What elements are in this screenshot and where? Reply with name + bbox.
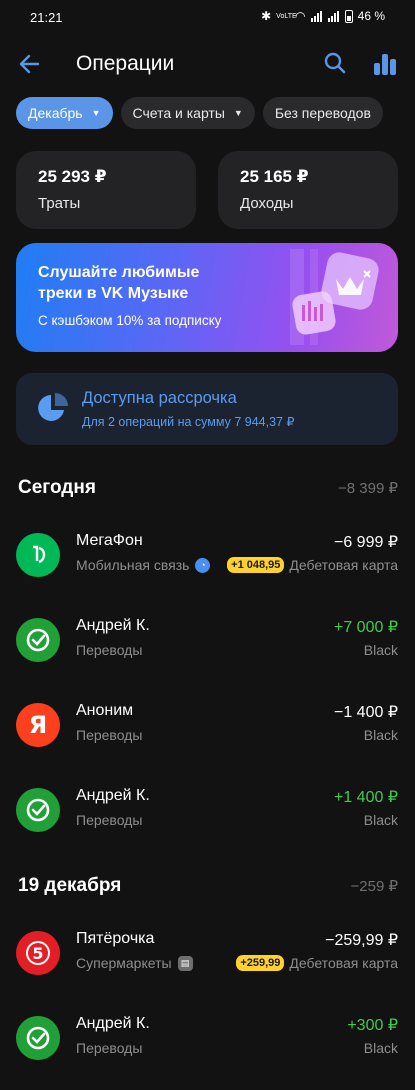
operation-row[interactable]: Андрей К. Переводы +7 000 ₽ Black	[16, 610, 398, 670]
installment-subtitle: Для 2 операций на сумму 7 944,37 ₽	[82, 415, 295, 429]
operation-account-label: Дебетовая карта	[289, 955, 398, 971]
transfer-check-icon	[16, 788, 60, 832]
operation-category: Переводы	[76, 642, 142, 658]
signal-icon	[310, 10, 323, 22]
operation-row[interactable]: 5 Пятёрочка Супермаркеты ▤ −259,99 ₽ +25…	[16, 923, 398, 983]
operation-amount: +7 000 ₽	[333, 619, 398, 636]
operation-account: Black	[364, 727, 398, 743]
operation-category: Переводы	[76, 1040, 142, 1056]
operation-name: Андрей К.	[76, 787, 150, 804]
status-icons: ✱ VoLTE ◠ 46 %	[261, 9, 385, 23]
svg-text:5: 5	[32, 944, 43, 963]
operation-name: Аноним	[76, 702, 134, 719]
income-amount: 25 165 ₽	[240, 167, 309, 186]
operation-row[interactable]: Андрей К. Переводы +1 400 ₽ Black	[16, 780, 398, 840]
filter-chip-month[interactable]: Декабрь ▼	[16, 97, 113, 129]
operation-category-label: Мобильная связь	[76, 557, 190, 573]
analytics-chart-icon[interactable]	[372, 51, 398, 77]
section-header-dec-19: 19 декабря −259 ₽	[18, 875, 398, 901]
installment-title: Доступна рассрочка	[82, 389, 237, 407]
operation-name: МегаФон	[76, 532, 143, 549]
operation-category-label: Переводы	[76, 812, 143, 828]
yandex-logo-icon: Я	[16, 703, 60, 747]
spend-label: Траты	[38, 195, 81, 212]
spend-card[interactable]: 25 293 ₽ Траты	[16, 151, 196, 229]
bluetooth-icon: ✱	[261, 9, 272, 23]
wifi-icon: ◠	[295, 9, 306, 23]
spend-amount: 25 293 ₽	[38, 167, 107, 186]
section-header-today: Сегодня −8 399 ₽	[18, 477, 398, 503]
filter-chip-label: Без переводов	[274, 105, 371, 121]
volte-icon: VoLTE	[276, 12, 297, 20]
operation-row[interactable]: МегаФон Мобильная связь ◔ −6 999 ₽ +1 04…	[16, 525, 398, 585]
status-time: 21:21	[30, 10, 63, 25]
operation-account: +1 048,95 Дебетовая карта	[227, 557, 398, 573]
supermarket-category-icon: ▤	[177, 955, 193, 971]
operation-amount: −1 400 ₽	[333, 704, 398, 721]
section-total: −259 ₽	[350, 878, 399, 895]
operation-category: Переводы	[76, 812, 142, 828]
operation-row[interactable]: Андрей К. Переводы +300 ₽ Black	[16, 1008, 398, 1068]
page-title: Операции	[76, 52, 175, 75]
search-icon[interactable]	[322, 50, 348, 76]
transfer-check-icon	[16, 1016, 60, 1060]
income-label: Доходы	[240, 195, 294, 212]
megafon-logo-icon	[16, 533, 60, 577]
cashback-badge: +259,99	[236, 955, 285, 971]
transfer-check-icon	[16, 618, 60, 662]
operation-row[interactable]: Я Аноним Переводы −1 400 ₽ Black	[16, 695, 398, 755]
operation-name: Пятёрочка	[76, 930, 155, 947]
operation-category-label: Переводы	[76, 1040, 143, 1056]
operation-category-label: Супермаркеты	[76, 955, 172, 971]
battery-percent: 46 %	[357, 9, 385, 23]
cashback-badge: +1 048,95	[227, 557, 285, 573]
operation-account-label: Black	[363, 812, 398, 828]
operation-name: Андрей К.	[76, 617, 150, 634]
vk-music-art-icon	[290, 249, 379, 345]
operation-account-label: Black	[363, 642, 398, 658]
operation-account: Black	[364, 1040, 398, 1056]
filter-chip-label: Счета и карты	[132, 105, 225, 121]
operation-category-label: Переводы	[76, 727, 143, 743]
filter-chips: Декабрь ▼ Счета и карты ▼ Без переводов	[16, 97, 383, 129]
operation-category: Переводы	[76, 727, 142, 743]
status-bar: 21:21 ✱ VoLTE ◠ 46 %	[0, 0, 415, 36]
operation-account-label: Black	[363, 727, 398, 743]
operation-category: Супермаркеты ▤	[76, 955, 193, 971]
caret-down-icon: ▼	[233, 108, 243, 118]
installment-offer[interactable]: Доступна рассрочка Для 2 операций на сум…	[16, 373, 398, 445]
caret-down-icon: ▼	[91, 108, 101, 118]
pyaterochka-logo-icon: 5	[16, 931, 60, 975]
income-card[interactable]: 25 165 ₽ Доходы	[218, 151, 398, 229]
operation-name: Андрей К.	[76, 1015, 150, 1032]
operation-account: +259,99 Дебетовая карта	[236, 955, 398, 971]
operation-category: Мобильная связь ◔	[76, 557, 211, 573]
operation-amount: +300 ₽	[347, 1017, 398, 1034]
app-bar: Операции	[0, 40, 415, 88]
promo-subtitle: С кэшбэком 10% за подписку	[38, 313, 222, 328]
battery-icon	[344, 9, 353, 23]
pie-chart-icon	[38, 393, 68, 421]
operation-amount: +1 400 ₽	[333, 789, 398, 806]
mobile-category-icon: ◔	[195, 557, 211, 573]
operation-category-label: Переводы	[76, 642, 143, 658]
filter-chip-no-transfers[interactable]: Без переводов	[262, 97, 383, 129]
operation-account-label: Black	[363, 1040, 398, 1056]
operation-amount: −259,99 ₽	[325, 932, 398, 949]
filter-chip-accounts[interactable]: Счета и карты ▼	[120, 97, 255, 129]
section-total: −8 399 ₽	[337, 480, 398, 497]
vk-music-promo-banner[interactable]: Слушайте любимые треки в VK Музыке С кэш…	[16, 243, 398, 352]
promo-title: Слушайте любимые треки в VK Музыке	[38, 264, 200, 302]
filter-chip-label: Декабрь	[28, 105, 83, 121]
operation-account: Black	[364, 642, 398, 658]
summary-cards: 25 293 ₽ Траты 25 165 ₽ Доходы	[16, 151, 398, 229]
operation-account: Black	[364, 812, 398, 828]
section-title: Сегодня	[18, 477, 96, 498]
back-arrow-icon[interactable]	[16, 50, 44, 78]
signal-icon-2	[327, 10, 340, 22]
operation-account-label: Дебетовая карта	[289, 557, 398, 573]
section-title: 19 декабря	[18, 875, 122, 896]
operation-amount: −6 999 ₽	[333, 534, 398, 551]
